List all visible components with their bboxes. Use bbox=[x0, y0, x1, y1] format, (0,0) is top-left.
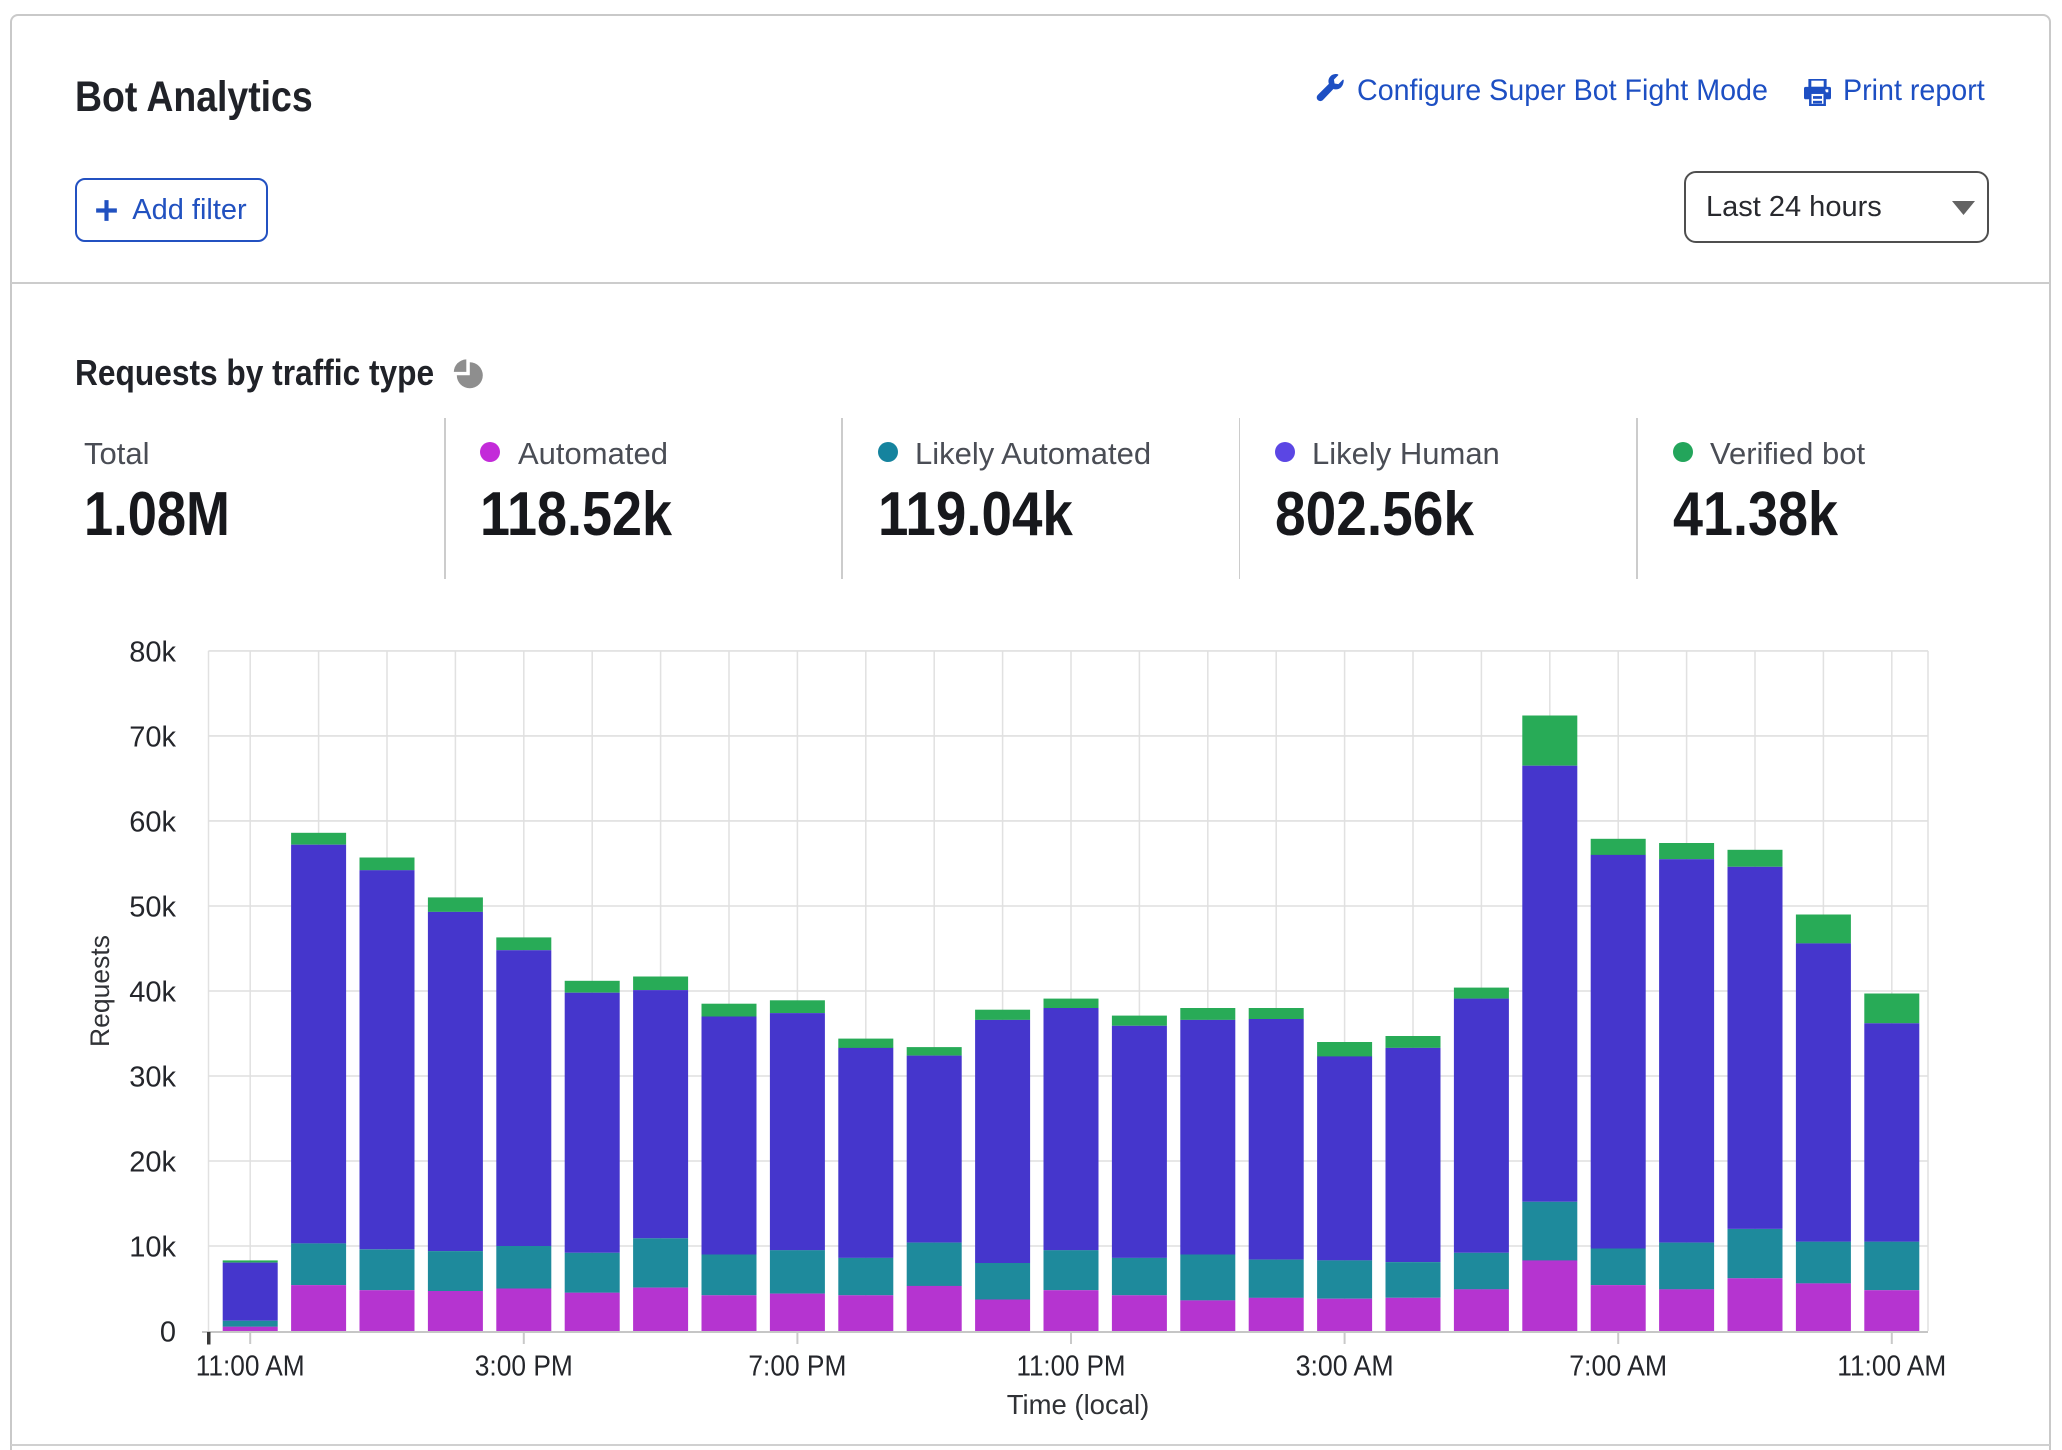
svg-text:11:00 PM: 11:00 PM bbox=[1017, 1351, 1126, 1383]
svg-text:Requests: Requests bbox=[85, 935, 115, 1047]
svg-text:40k: 40k bbox=[129, 977, 176, 1009]
svg-text:7:00 PM: 7:00 PM bbox=[748, 1351, 846, 1383]
svg-text:3:00 AM: 3:00 AM bbox=[1296, 1351, 1394, 1383]
svg-text:20k: 20k bbox=[129, 1147, 176, 1179]
svg-text:80k: 80k bbox=[129, 636, 176, 668]
svg-text:60k: 60k bbox=[129, 806, 176, 838]
svg-text:11:00 AM: 11:00 AM bbox=[196, 1351, 305, 1383]
svg-text:3:00 PM: 3:00 PM bbox=[475, 1351, 573, 1383]
svg-text:70k: 70k bbox=[129, 721, 176, 753]
svg-text:10k: 10k bbox=[129, 1232, 176, 1264]
svg-text:0: 0 bbox=[160, 1317, 176, 1349]
svg-text:30k: 30k bbox=[129, 1062, 176, 1094]
svg-text:50k: 50k bbox=[129, 892, 176, 924]
svg-text:Time (local): Time (local) bbox=[1007, 1389, 1150, 1420]
svg-text:7:00 AM: 7:00 AM bbox=[1569, 1351, 1667, 1383]
svg-text:11:00 AM: 11:00 AM bbox=[1837, 1351, 1946, 1383]
